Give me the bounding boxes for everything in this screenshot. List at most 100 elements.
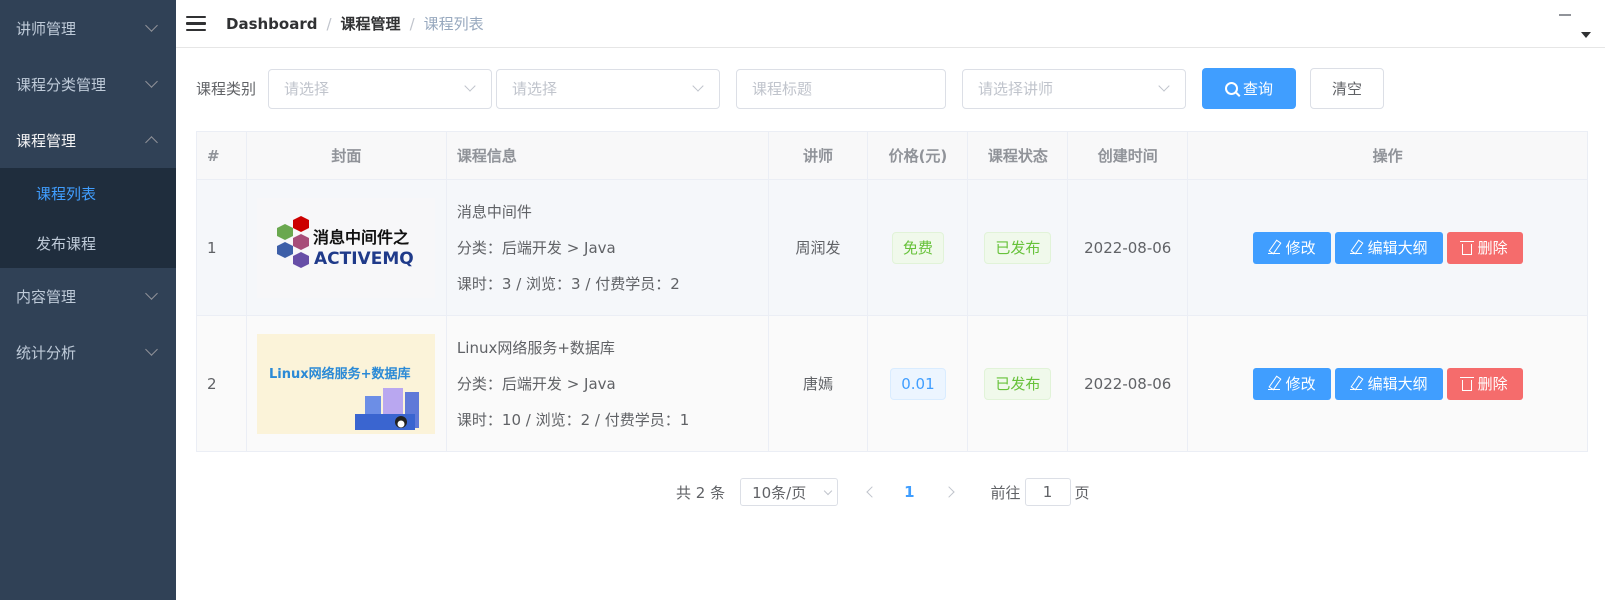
sidebar-item-teacher-management[interactable]: 讲师管理 [0, 0, 176, 56]
caret-down-icon [1581, 32, 1591, 38]
chevron-down-icon [145, 343, 158, 356]
breadcrumb-separator: / [409, 14, 415, 33]
chevron-down-icon [464, 80, 476, 92]
cell-index: 2 [196, 315, 247, 452]
select-placeholder: 请选择 [284, 80, 330, 98]
status-badge: 已发布 [984, 367, 1052, 400]
course-stats: 课时：10 / 浏览：2 / 付费学员：1 [456, 410, 690, 429]
cell-created: 2022-08-06 [1067, 179, 1189, 316]
clear-button[interactable]: 清空 [1310, 68, 1385, 109]
edit-button[interactable]: 修改 [1252, 231, 1331, 264]
cell-index: 1 [196, 179, 247, 316]
page-size-value: 10条/页 [752, 483, 807, 502]
category-level2-select[interactable]: 请选择 [496, 68, 721, 109]
breadcrumb-separator: / [326, 14, 332, 33]
course-cover-image: 消息中间件之 ACTIVEMQ [257, 197, 436, 298]
trash-icon [1459, 240, 1474, 255]
course-title: Linux网络服务+数据库 [456, 338, 615, 357]
chevron-down-icon [145, 75, 158, 88]
chevron-up-icon [145, 135, 158, 149]
sidebar-subitem-publish-course[interactable]: 发布课程 [0, 218, 176, 268]
chevron-down-icon [1158, 80, 1170, 92]
sidebar-item-label: 讲师管理 [16, 19, 77, 38]
sidebar-item-statistics[interactable]: 统计分析 [0, 324, 176, 380]
breadcrumb-course-management: 课程管理 [340, 15, 401, 33]
edit-icon [1267, 377, 1280, 390]
sidebar-item-label: 内容管理 [16, 287, 77, 306]
edit-outline-button[interactable]: 编辑大纲 [1334, 231, 1443, 264]
edit-button[interactable]: 修改 [1252, 367, 1331, 400]
page-number-current[interactable]: 1 [904, 483, 914, 501]
cover-text: Linux网络服务+数据库 [269, 366, 411, 382]
clear-button-label: 清空 [1332, 80, 1363, 98]
sidebar-item-label: 统计分析 [16, 343, 77, 362]
select-placeholder: 请选择 [512, 80, 558, 98]
cell-actions: 修改 编辑大纲 删除 [1187, 315, 1588, 452]
cell-cover: 消息中间件之 ACTIVEMQ [245, 179, 447, 316]
cell-info: 消息中间件 分类：后端开发 > Java 课时：3 / 浏览：3 / 付费学员：… [445, 179, 769, 316]
price-tag: 0.01 [890, 367, 946, 400]
edit-outline-button[interactable]: 编辑大纲 [1334, 367, 1443, 400]
edit-icon [1349, 377, 1362, 390]
query-button[interactable]: 查询 [1202, 68, 1297, 109]
sidebar-subitem-course-list[interactable]: 课程列表 [0, 168, 176, 218]
prev-page-icon[interactable] [866, 486, 878, 498]
column-header-actions: 操作 [1187, 131, 1588, 180]
edit-button-label: 修改 [1285, 375, 1316, 393]
cell-cover: Linux网络服务+数据库 [245, 315, 447, 452]
category-level1-select[interactable]: 请选择 [268, 68, 493, 109]
cell-price: 0.01 [867, 315, 969, 452]
sidebar-item-content-management[interactable]: 内容管理 [0, 268, 176, 324]
edit-button-label: 修改 [1285, 239, 1316, 257]
cell-teacher: 唐嫣 [767, 315, 869, 452]
breadcrumb-course-list: 课程列表 [423, 15, 484, 33]
table-header-row: # 封面 课程信息 讲师 价格(元) 课程状态 创建时间 操作 [196, 131, 1588, 180]
hamburger-icon[interactable] [186, 15, 206, 32]
filter-bar: 课程类别 请选择 请选择 课程标题 请选择讲师 查询 清空 [196, 68, 1385, 109]
course-cover-image: Linux网络服务+数据库 [257, 333, 436, 434]
goto-suffix: 页 [1074, 483, 1090, 502]
delete-button[interactable]: 删除 [1446, 367, 1523, 400]
course-category: 分类：后端开发 > Java [456, 238, 616, 257]
navbar: Dashboard / 课程管理 / 课程列表 [176, 0, 1605, 48]
course-title-input[interactable]: 课程标题 [736, 68, 947, 109]
table-row: 1 消息中间件之 ACTIVEMQ 消息中间件 分类：后端开发 > Java 课… [196, 179, 1588, 316]
breadcrumb-dashboard[interactable]: Dashboard [226, 15, 317, 33]
chevron-down-icon [145, 19, 158, 32]
trash-icon [1459, 376, 1474, 391]
edit-icon [1267, 241, 1280, 254]
column-header-status: 课程状态 [967, 131, 1069, 180]
delete-button[interactable]: 删除 [1446, 231, 1523, 264]
select-placeholder: 请选择讲师 [978, 80, 1054, 98]
cell-teacher: 周润发 [767, 179, 869, 316]
page-size-select[interactable]: 10条/页 [740, 478, 839, 506]
column-header-info: 课程信息 [445, 131, 769, 180]
delete-button-label: 删除 [1477, 375, 1508, 393]
next-page-icon[interactable] [942, 486, 955, 498]
course-category: 分类：后端开发 > Java [456, 374, 616, 393]
pagination-total: 共 2 条 [676, 483, 726, 502]
course-table: # 封面 课程信息 讲师 价格(元) 课程状态 创建时间 操作 1 消息中间件之 [196, 131, 1588, 452]
course-stats: 课时：3 / 浏览：3 / 付费学员：2 [456, 274, 680, 293]
sidebar-item-category-management[interactable]: 课程分类管理 [0, 56, 176, 112]
query-button-label: 查询 [1243, 80, 1274, 98]
course-title: 消息中间件 [456, 202, 532, 221]
table-row: 2 Linux网络服务+数据库 Linux网络服务+数据库 分类：后端开发 > … [196, 315, 1588, 452]
column-header-created: 创建时间 [1067, 131, 1189, 180]
column-header-index: # [196, 131, 247, 180]
sidebar-item-label: 课程管理 [16, 131, 77, 150]
goto-prefix: 前往 [990, 483, 1021, 502]
teacher-select[interactable]: 请选择讲师 [962, 68, 1187, 109]
cell-status: 已发布 [967, 179, 1069, 316]
user-dropdown[interactable] [1551, 10, 1591, 44]
chevron-down-icon [692, 80, 704, 92]
cell-created: 2022-08-06 [1067, 315, 1189, 452]
status-badge: 已发布 [984, 231, 1052, 264]
column-header-teacher: 讲师 [767, 131, 869, 180]
page-jump-input[interactable]: 1 [1024, 478, 1071, 506]
input-placeholder: 课程标题 [752, 80, 813, 98]
edit-icon [1349, 241, 1362, 254]
sidebar-item-course-management[interactable]: 课程管理 [0, 112, 176, 168]
column-header-price: 价格(元) [867, 131, 969, 180]
price-tag: 免费 [891, 231, 944, 264]
